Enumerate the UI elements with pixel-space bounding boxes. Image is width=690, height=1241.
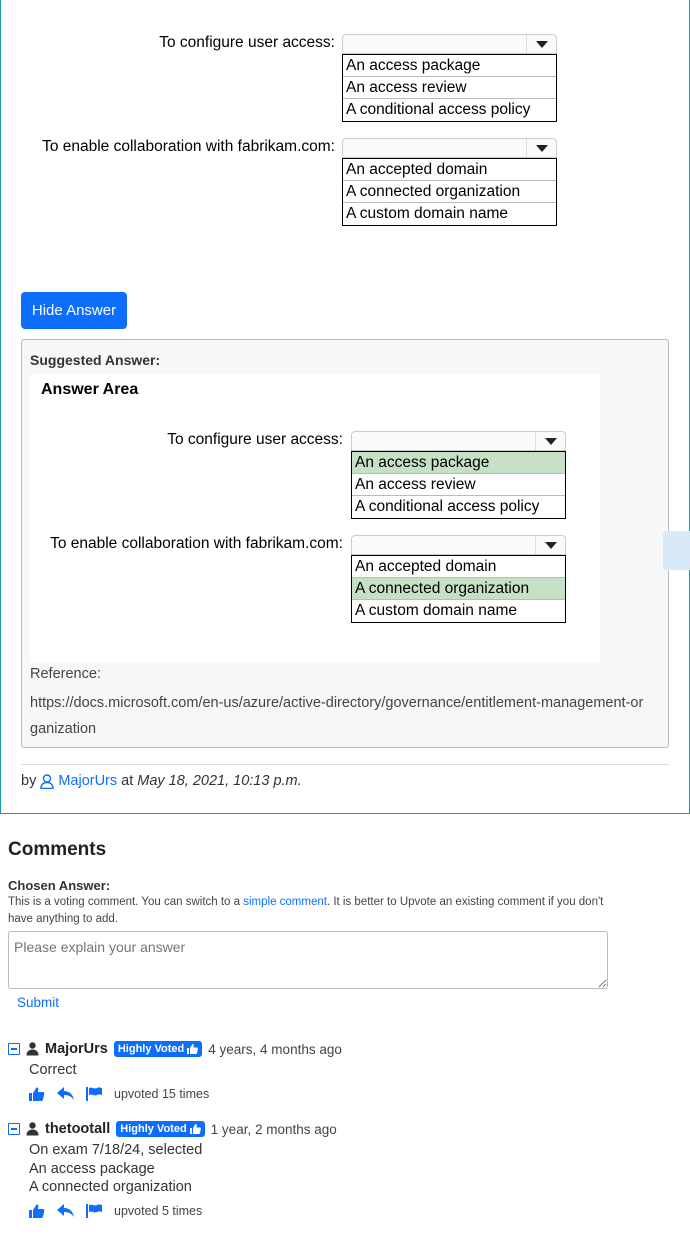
upvote-thumbs-up-icon[interactable] xyxy=(29,1087,45,1101)
dropdown-option[interactable]: A custom domain name xyxy=(343,203,556,225)
dropdown-option[interactable]: A conditional access policy xyxy=(343,99,556,121)
collapse-icon[interactable] xyxy=(8,1123,20,1135)
answer-row-user-access: To configure user access: xyxy=(30,431,343,449)
submit-button[interactable]: Submit xyxy=(17,995,59,1010)
comment-actions: upvoted 5 times xyxy=(8,1202,678,1220)
comment-time: 4 years, 4 months ago xyxy=(208,1041,342,1057)
dropdown-option[interactable]: An access review xyxy=(343,77,556,99)
upvote-thumbs-up-icon[interactable] xyxy=(29,1204,45,1218)
question-dropdown-2[interactable]: An accepted domain A connected organizat… xyxy=(342,138,557,226)
comment-text: Correct xyxy=(29,1062,77,1078)
comment-time: 1 year, 2 months ago xyxy=(210,1121,337,1137)
flag-icon[interactable] xyxy=(86,1203,102,1218)
thumbs-up-icon xyxy=(187,1044,199,1054)
answer-dropdown-2: An accepted domain A connected organizat… xyxy=(351,535,566,623)
scroll-to-top-button[interactable] xyxy=(663,531,690,570)
dropdown-options: An access package An access review A con… xyxy=(342,54,557,122)
highly-voted-badge: Highly Voted xyxy=(113,1041,203,1057)
reference-label: Reference: xyxy=(30,666,101,682)
user-icon xyxy=(26,1042,39,1056)
comment-header: MajorUrs Highly Voted 4 years, 4 months … xyxy=(8,1039,678,1059)
dropdown-header[interactable] xyxy=(342,138,557,158)
answer-row2-label: To enable collaboration with fabrikam.co… xyxy=(50,535,343,552)
chevron-down-icon xyxy=(535,432,565,450)
hide-answer-button[interactable]: Hide Answer xyxy=(21,292,127,329)
comment-text: A connected organization xyxy=(29,1179,192,1195)
user-icon xyxy=(26,1122,39,1136)
reference-url[interactable]: https://docs.microsoft.com/en-us/azure/a… xyxy=(30,690,650,742)
answer-area-title: Answer Area xyxy=(41,381,139,398)
reply-icon[interactable] xyxy=(57,1203,74,1218)
voting-note: This is a voting comment. You can switch… xyxy=(8,894,618,928)
voting-note-text: This is a voting comment. You can switch… xyxy=(8,896,244,908)
user-icon xyxy=(40,773,55,789)
question-dropdown-1[interactable]: An access package An access review A con… xyxy=(342,34,557,122)
comment-actions: upvoted 15 times xyxy=(8,1085,678,1103)
dropdown-options: An access package An access review A con… xyxy=(351,451,566,519)
comment-body: On exam 7/18/24, selected An access pack… xyxy=(8,1141,678,1197)
dropdown-option[interactable]: An accepted domain xyxy=(343,159,556,181)
simple-comment-link[interactable]: simple comment xyxy=(243,896,327,908)
byline-user-link[interactable]: MajorUrs xyxy=(58,773,117,789)
comment-input[interactable] xyxy=(8,931,608,989)
chevron-down-icon[interactable] xyxy=(526,139,556,157)
highly-voted-badge: Highly Voted xyxy=(116,1121,205,1137)
comment-item: MajorUrs Highly Voted 4 years, 4 months … xyxy=(8,1039,678,1103)
question-row1-label: To configure user access: xyxy=(159,34,335,51)
byline-by: by xyxy=(21,773,37,789)
answer-row-collaboration: To enable collaboration with fabrikam.co… xyxy=(30,535,343,553)
comment-text: On exam 7/18/24, selected xyxy=(29,1142,203,1158)
answer-area: Answer Area To configure user access: An… xyxy=(30,374,600,662)
chosen-answer-label: Chosen Answer: xyxy=(8,878,111,893)
answer-dropdown-1: An access package An access review A con… xyxy=(351,431,566,519)
upvote-count: upvoted 15 times xyxy=(114,1086,210,1101)
dropdown-options: An accepted domain A connected organizat… xyxy=(342,158,557,226)
dropdown-option-selected: An access package xyxy=(352,452,565,474)
comment-body: Correct xyxy=(8,1061,678,1080)
byline-date: May 18, 2021, 10:13 p.m. xyxy=(137,773,302,789)
comment-user[interactable]: MajorUrs xyxy=(45,1041,108,1057)
dropdown-option: A custom domain name xyxy=(352,600,565,622)
reply-icon[interactable] xyxy=(57,1086,74,1101)
question-row-user-access: To configure user access: xyxy=(0,34,335,52)
comment-user[interactable]: thetootall xyxy=(45,1121,110,1137)
dropdown-option[interactable]: An access package xyxy=(343,55,556,77)
upvote-count: upvoted 5 times xyxy=(114,1203,203,1218)
question-row2-label: To enable collaboration with fabrikam.co… xyxy=(42,138,335,155)
dropdown-option[interactable]: A connected organization xyxy=(343,181,556,203)
thumbs-up-icon xyxy=(189,1124,201,1134)
dropdown-header xyxy=(351,431,566,451)
answer-row1-label: To configure user access: xyxy=(167,431,343,448)
dropdown-options: An accepted domain A connected organizat… xyxy=(351,555,566,623)
dropdown-option: An access review xyxy=(352,474,565,496)
badge-label: Highly Voted xyxy=(117,1043,185,1055)
comment-header: thetootall Highly Voted 1 year, 2 months… xyxy=(8,1119,678,1139)
dropdown-header[interactable] xyxy=(342,34,557,54)
byline: by MajorUrs at May 18, 2021, 10:13 p.m. xyxy=(21,773,302,789)
badge-label: Highly Voted xyxy=(120,1123,187,1135)
dropdown-option: An accepted domain xyxy=(352,556,565,578)
suggested-answer-title: Suggested Answer: xyxy=(30,352,161,368)
flag-icon[interactable] xyxy=(86,1086,102,1101)
comment-text: An access package xyxy=(29,1160,155,1177)
suggested-answer-box: Suggested Answer: Answer Area To configu… xyxy=(21,339,669,748)
chevron-down-icon xyxy=(535,536,565,554)
comments-heading: Comments xyxy=(8,839,107,860)
comment-item: thetootall Highly Voted 1 year, 2 months… xyxy=(8,1119,678,1220)
dropdown-option-selected: A connected organization xyxy=(352,578,565,600)
collapse-icon[interactable] xyxy=(8,1043,20,1055)
divider xyxy=(21,764,669,765)
chevron-down-icon[interactable] xyxy=(526,35,556,53)
byline-at: at xyxy=(121,773,134,789)
question-row-collaboration: To enable collaboration with fabrikam.co… xyxy=(0,138,335,156)
dropdown-header xyxy=(351,535,566,555)
dropdown-option: A conditional access policy xyxy=(352,496,565,518)
